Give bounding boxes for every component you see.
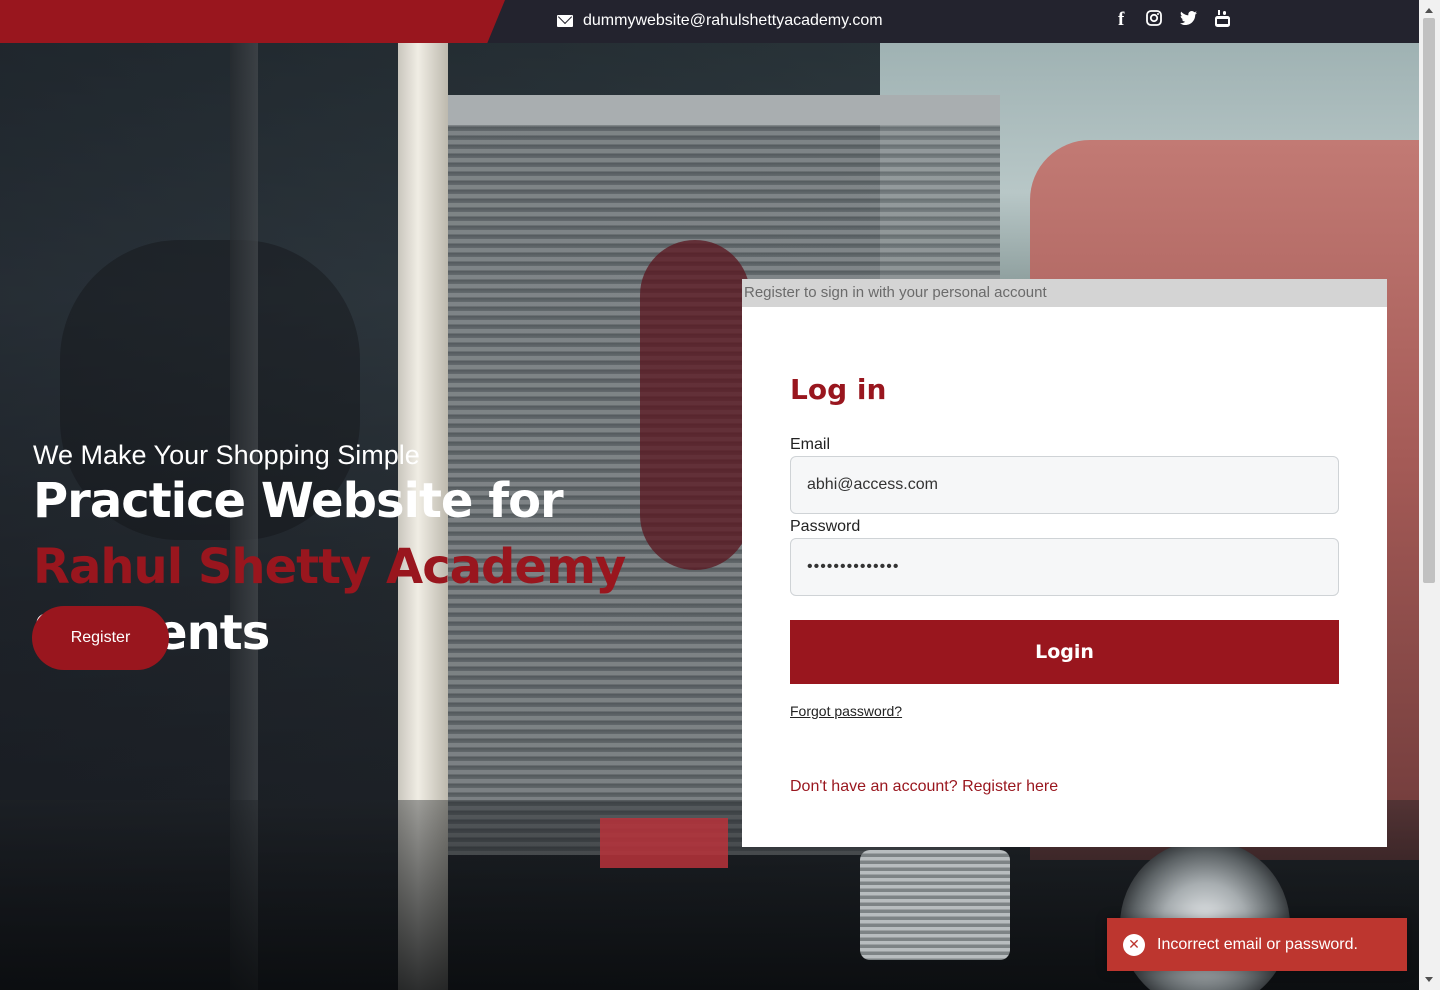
scrollbar[interactable] <box>1419 0 1440 990</box>
hero-register-button[interactable]: Register <box>32 606 169 670</box>
error-icon: ✕ <box>1123 933 1145 956</box>
envelope-icon <box>557 15 573 27</box>
error-toast[interactable]: ✕ Incorrect email or password. <box>1107 918 1407 971</box>
email-field[interactable] <box>790 456 1339 514</box>
scrollbar-thumb[interactable] <box>1423 18 1435 583</box>
password-field[interactable] <box>790 538 1339 596</box>
login-title: Log in <box>790 373 887 406</box>
hero-truck-plate <box>600 818 728 868</box>
forgot-password-link[interactable]: Forgot password? <box>790 703 902 719</box>
password-label: Password <box>790 518 861 535</box>
toast-message: Incorrect email or password. <box>1157 935 1358 953</box>
login-button[interactable]: Login <box>790 620 1339 684</box>
hero-truck-container-top <box>420 95 1000 125</box>
scroll-up-arrow-icon[interactable] <box>1425 8 1433 13</box>
headline-part1: Practice Website for <box>33 473 564 529</box>
twitter-icon[interactable] <box>1180 11 1197 29</box>
instagram-icon[interactable] <box>1146 10 1162 30</box>
contact-email[interactable]: dummywebsite@rahulshettyacademy.com <box>557 12 883 30</box>
top-bar: dummywebsite@rahulshettyacademy.com f <box>0 0 1419 43</box>
top-bar-accent <box>0 0 505 43</box>
email-label: Email <box>790 436 831 453</box>
hero-truck-grille <box>860 850 1010 960</box>
headline-accent: Rahul Shetty Academy <box>33 539 626 595</box>
scroll-down-arrow-icon[interactable] <box>1425 977 1433 982</box>
contact-email-text: dummywebsite@rahulshettyacademy.com <box>583 12 883 29</box>
login-card: Log in Email Password Login Forgot passw… <box>742 307 1387 847</box>
facebook-icon[interactable]: f <box>1118 9 1124 31</box>
login-header-strip: Register to sign in with your personal a… <box>742 279 1387 307</box>
youtube-icon[interactable] <box>1215 10 1230 31</box>
hero-tagline: We Make Your Shopping Simple <box>33 440 420 470</box>
register-link[interactable]: Don't have an account? Register here <box>790 778 1058 796</box>
